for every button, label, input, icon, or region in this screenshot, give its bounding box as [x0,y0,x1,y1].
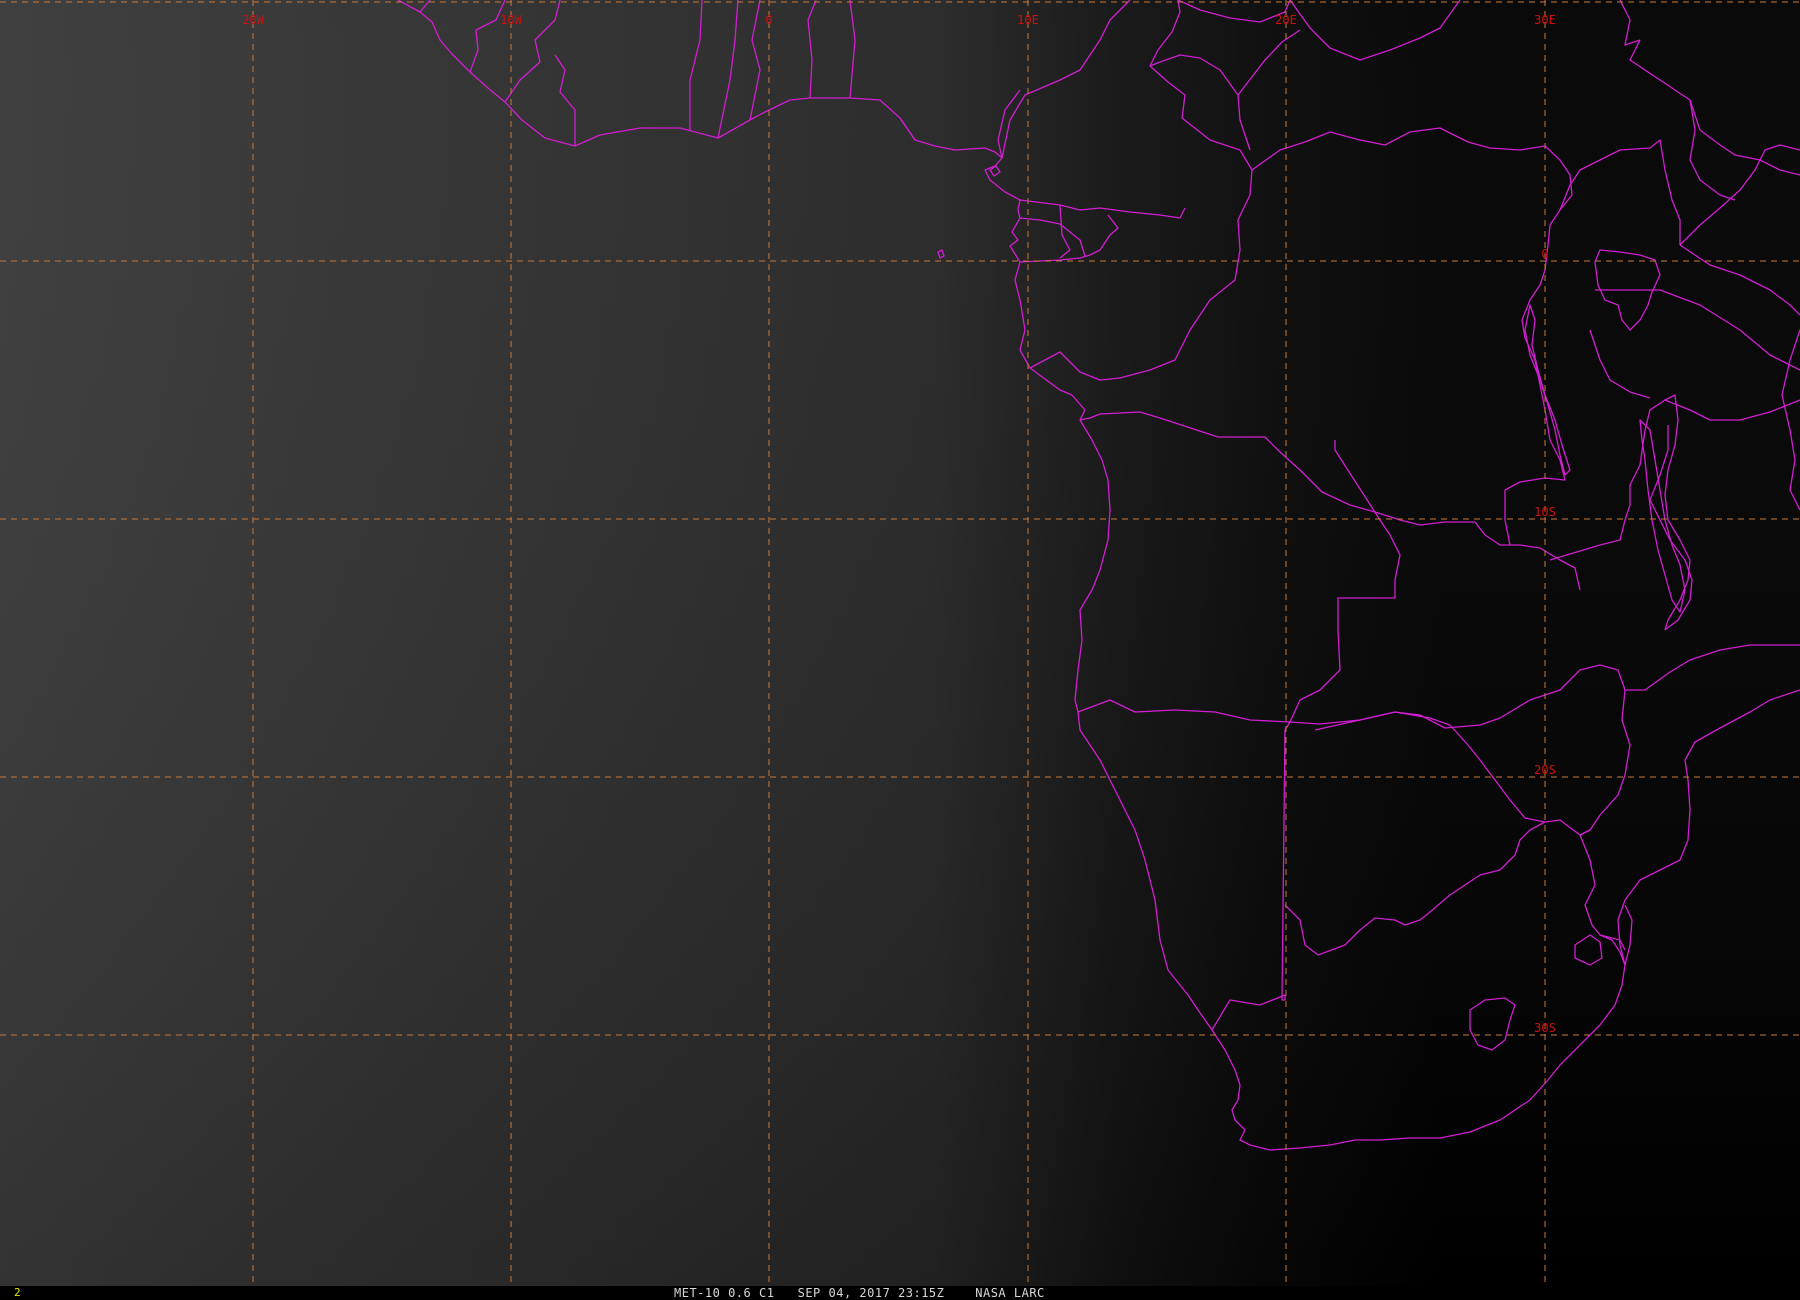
satellite-map: 20W 10W 0 10E 20E 30E 0 10S 20S 30S [0,0,1800,1300]
latitude-label: 0 [1541,247,1548,261]
longitude-label: 30E [1534,13,1556,27]
longitude-label: 20W [242,13,264,27]
longitude-label: 20E [1275,13,1297,27]
image-caption: MET-10 0.6 C1 SEP 04, 2017 23:15Z NASA L… [674,1286,1045,1300]
frame-number: 2 [14,1286,21,1299]
longitude-label: 10W [500,13,522,27]
ocean-shading [0,0,1800,1288]
status-bar: 2 MET-10 0.6 C1 SEP 04, 2017 23:15Z NASA… [0,1286,1800,1300]
longitude-label: 0 [765,13,772,27]
longitude-label: 10E [1017,13,1039,27]
latitude-label: 20S [1534,763,1556,777]
latitude-label: 30S [1534,1021,1556,1035]
map-canvas: 20W 10W 0 10E 20E 30E 0 10S 20S 30S [0,0,1800,1288]
latitude-label: 10S [1534,505,1556,519]
